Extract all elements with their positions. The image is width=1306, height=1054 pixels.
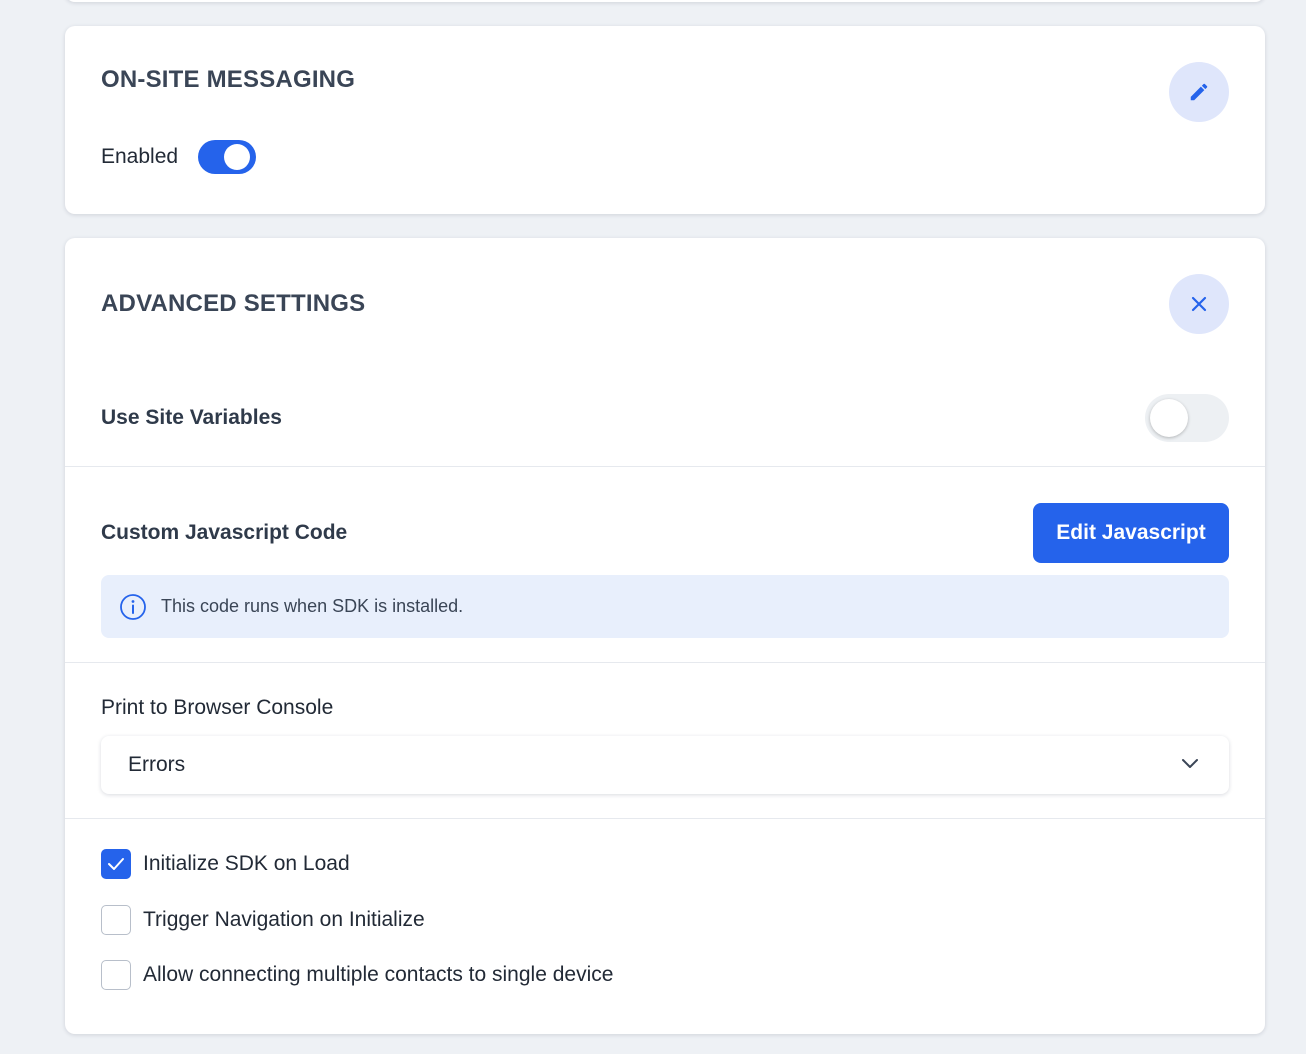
- edit-button[interactable]: [1169, 62, 1229, 122]
- checkbox-label: Trigger Navigation on Initialize: [143, 908, 425, 931]
- checkbox-row[interactable]: Trigger Navigation on Initialize: [101, 905, 425, 935]
- checkbox-row[interactable]: Initialize SDK on Load: [101, 849, 350, 879]
- initialize-sdk-checkbox[interactable]: [101, 849, 131, 879]
- checkbox-row[interactable]: Allow connecting multiple contacts to si…: [101, 960, 613, 990]
- toggle-knob: [224, 144, 251, 170]
- enabled-toggle[interactable]: [198, 140, 257, 174]
- divider: [65, 466, 1265, 467]
- use-site-variables-label: Use Site Variables: [101, 406, 282, 429]
- allow-multiple-contacts-checkbox[interactable]: [101, 960, 131, 990]
- toggle-knob: [1150, 399, 1188, 437]
- chevron-down-icon: [1182, 759, 1198, 768]
- divider: [65, 662, 1265, 663]
- info-text: This code runs when SDK is installed.: [161, 596, 464, 616]
- divider: [65, 818, 1265, 819]
- select-value: Errors: [128, 753, 186, 776]
- enabled-label: Enabled: [101, 145, 179, 168]
- advanced-settings-card: ADVANCED SETTINGS Use Site Variables Cus…: [65, 238, 1265, 1034]
- onsite-messaging-card: ON-SITE MESSAGING Enabled: [65, 26, 1265, 214]
- advanced-settings-title: ADVANCED SETTINGS: [101, 290, 366, 317]
- trigger-navigation-checkbox[interactable]: [101, 905, 131, 935]
- checkmark-icon: [108, 858, 124, 870]
- print-console-label: Print to Browser Console: [101, 696, 334, 719]
- checkbox-label: Allow connecting multiple contacts to si…: [143, 963, 614, 986]
- close-icon: [1191, 296, 1207, 312]
- custom-javascript-label: Custom Javascript Code: [101, 521, 348, 544]
- pencil-icon: [1190, 83, 1208, 101]
- close-advanced-button[interactable]: [1169, 274, 1229, 334]
- info-icon: [120, 593, 146, 620]
- checkbox-label: Initialize SDK on Load: [143, 852, 350, 875]
- enabled-row: Enabled: [101, 140, 257, 174]
- print-console-select[interactable]: Errors: [101, 736, 1229, 794]
- onsite-messaging-title: ON-SITE MESSAGING: [101, 66, 356, 93]
- edit-javascript-button[interactable]: Edit Javascript: [1033, 503, 1229, 563]
- use-site-variables-toggle[interactable]: [1145, 394, 1229, 442]
- info-callout: This code runs when SDK is installed.: [101, 575, 1229, 638]
- previous-settings-card: [65, 0, 1265, 2]
